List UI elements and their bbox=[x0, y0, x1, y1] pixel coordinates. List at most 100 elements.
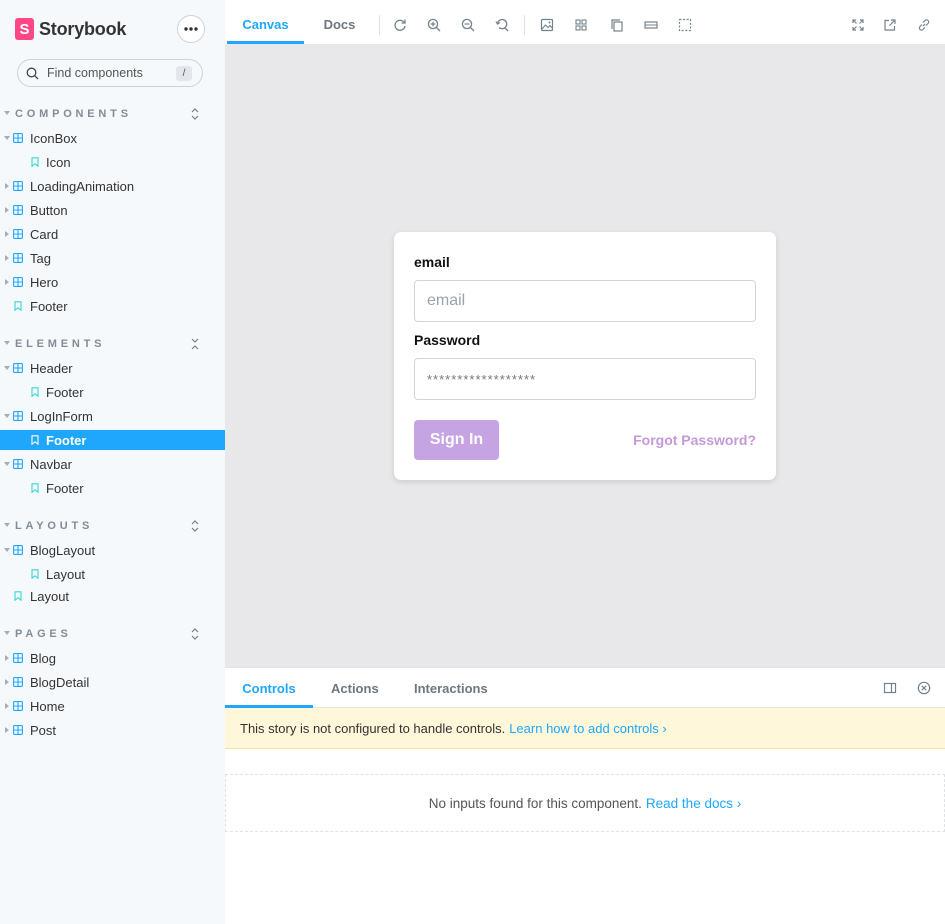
panel-orientation-icon[interactable] bbox=[883, 681, 897, 695]
sidebar-item-layout[interactable]: Layout bbox=[0, 586, 225, 606]
toolbar-divider bbox=[379, 15, 380, 35]
caret-right-icon[interactable] bbox=[4, 279, 10, 285]
caret-right-icon[interactable] bbox=[4, 231, 10, 237]
sidebar-item-label: Layout bbox=[30, 588, 70, 604]
tab-controls[interactable]: Controls bbox=[225, 668, 313, 708]
section-header-layouts[interactable]: LAYOUTS bbox=[0, 515, 225, 537]
expand-collapse-icon[interactable] bbox=[189, 627, 201, 641]
sidebar-item-tag[interactable]: Tag bbox=[0, 248, 225, 268]
zoom-in-icon[interactable] bbox=[426, 17, 442, 33]
grid-icon[interactable] bbox=[573, 17, 589, 33]
bookmark-icon bbox=[14, 301, 22, 311]
collapse-icon[interactable] bbox=[189, 337, 201, 351]
tab-interactions[interactable]: Interactions bbox=[414, 668, 488, 708]
sidebar-item-loadinganimation[interactable]: LoadingAnimation bbox=[0, 176, 225, 196]
expand-collapse-icon[interactable] bbox=[189, 519, 201, 533]
caret-right-icon[interactable] bbox=[4, 679, 10, 685]
sidebar-item-footer[interactable]: Footer bbox=[0, 478, 225, 498]
bookmark-icon bbox=[31, 387, 39, 397]
sidebar-item-label: Hero bbox=[30, 274, 59, 290]
sidebar-item-label: Tag bbox=[30, 250, 51, 266]
expand-collapse-icon[interactable] bbox=[189, 107, 201, 121]
tab-docs[interactable]: Docs bbox=[311, 5, 368, 44]
sidebar-item-label: LoadingAnimation bbox=[30, 178, 135, 194]
sidebar-item-label: Button bbox=[30, 202, 68, 218]
open-new-tab-icon[interactable] bbox=[882, 17, 898, 33]
ellipsis-icon bbox=[184, 27, 198, 31]
sidebar-item-hero[interactable]: Hero bbox=[0, 272, 225, 292]
sidebar-item-label: BlogLayout bbox=[30, 542, 96, 558]
caret-down-icon[interactable] bbox=[4, 461, 10, 467]
caret-right-icon[interactable] bbox=[4, 655, 10, 661]
sidebar-item-bloglayout[interactable]: BlogLayout bbox=[0, 540, 225, 560]
caret-right-icon[interactable] bbox=[4, 207, 10, 213]
sidebar-item-header[interactable]: Header bbox=[0, 358, 225, 378]
caret-right-icon[interactable] bbox=[4, 183, 10, 189]
sidebar-item-footer[interactable]: Footer bbox=[0, 296, 225, 316]
zoom-out-icon[interactable] bbox=[460, 17, 476, 33]
measure-icon[interactable] bbox=[643, 17, 659, 33]
email-label: email bbox=[414, 254, 450, 270]
sidebar-item-button[interactable]: Button bbox=[0, 200, 225, 220]
sidebar-item-icon[interactable]: Icon bbox=[0, 152, 225, 172]
fullscreen-icon[interactable] bbox=[850, 17, 866, 33]
sidebar-item-card[interactable]: Card bbox=[0, 224, 225, 244]
forgot-password-link[interactable]: Forgot Password? bbox=[633, 432, 756, 448]
storybook-brand[interactable]: S Storybook bbox=[15, 17, 126, 41]
caret-down-icon[interactable] bbox=[4, 135, 10, 141]
learn-controls-link[interactable]: Learn how to add controls › bbox=[509, 721, 667, 736]
caret-down-icon bbox=[4, 111, 10, 115]
sidebar-item-footer[interactable]: Footer bbox=[0, 430, 225, 450]
sidebar-item-iconbox[interactable]: IconBox bbox=[0, 128, 225, 148]
caret-right-icon[interactable] bbox=[4, 255, 10, 261]
password-field[interactable]: ****************** bbox=[414, 358, 756, 400]
caret-down-icon[interactable] bbox=[4, 413, 10, 419]
addons-panel: Controls Actions Interactions This story… bbox=[225, 667, 945, 924]
sidebar-item-home[interactable]: Home bbox=[0, 696, 225, 716]
sign-in-button[interactable]: Sign In bbox=[414, 420, 499, 460]
sidebar-item-label: Post bbox=[30, 722, 57, 738]
brand-title: Storybook bbox=[39, 18, 127, 39]
outline-icon[interactable] bbox=[677, 17, 693, 33]
caret-down-icon bbox=[4, 631, 10, 635]
section-header-pages[interactable]: PAGES bbox=[0, 623, 225, 645]
component-icon bbox=[13, 229, 23, 239]
sidebar-item-blog[interactable]: Blog bbox=[0, 648, 225, 668]
email-field[interactable]: email bbox=[414, 280, 756, 322]
sidebar-menu-button[interactable] bbox=[177, 15, 205, 43]
viewport-icon[interactable] bbox=[609, 17, 625, 33]
background-icon[interactable] bbox=[539, 17, 555, 33]
component-icon bbox=[13, 459, 23, 469]
close-panel-icon[interactable] bbox=[917, 681, 931, 695]
sidebar-item-blogdetail[interactable]: BlogDetail bbox=[0, 672, 225, 692]
tab-actions[interactable]: Actions bbox=[331, 668, 379, 708]
copy-link-icon[interactable] bbox=[916, 17, 932, 33]
sidebar-item-label: Footer bbox=[46, 432, 87, 448]
password-label: Password bbox=[414, 332, 481, 348]
tab-canvas[interactable]: Canvas bbox=[227, 5, 304, 44]
caret-right-icon[interactable] bbox=[4, 727, 10, 733]
bookmark-icon bbox=[31, 569, 39, 579]
sidebar-item-label: Footer bbox=[46, 480, 84, 496]
sidebar: S Storybook / COMPONENTS ELEMENTS LAYOUT… bbox=[0, 0, 225, 924]
search-box[interactable]: / bbox=[17, 59, 203, 87]
caret-down-icon[interactable] bbox=[4, 547, 10, 553]
sidebar-item-loginform[interactable]: LogInForm bbox=[0, 406, 225, 426]
read-docs-link[interactable]: Read the docs › bbox=[646, 796, 741, 811]
reload-icon[interactable] bbox=[392, 17, 408, 33]
sidebar-item-footer[interactable]: Footer bbox=[0, 382, 225, 402]
component-icon bbox=[13, 363, 23, 373]
sidebar-item-navbar[interactable]: Navbar bbox=[0, 454, 225, 474]
search-icon bbox=[26, 67, 39, 79]
section-header-components[interactable]: COMPONENTS bbox=[0, 103, 225, 125]
zoom-reset-icon[interactable] bbox=[494, 17, 510, 33]
caret-down-icon[interactable] bbox=[4, 365, 10, 371]
sidebar-item-layout[interactable]: Layout bbox=[0, 564, 225, 584]
section-header-elements[interactable]: ELEMENTS bbox=[0, 333, 225, 355]
search-input[interactable] bbox=[47, 66, 167, 80]
sidebar-item-post[interactable]: Post bbox=[0, 720, 225, 740]
preview-canvas: email email Password ****************** … bbox=[225, 45, 945, 667]
sidebar-item-label: Footer bbox=[46, 384, 84, 400]
empty-controls-message: No inputs found for this component. Read… bbox=[225, 774, 945, 832]
caret-right-icon[interactable] bbox=[4, 703, 10, 709]
